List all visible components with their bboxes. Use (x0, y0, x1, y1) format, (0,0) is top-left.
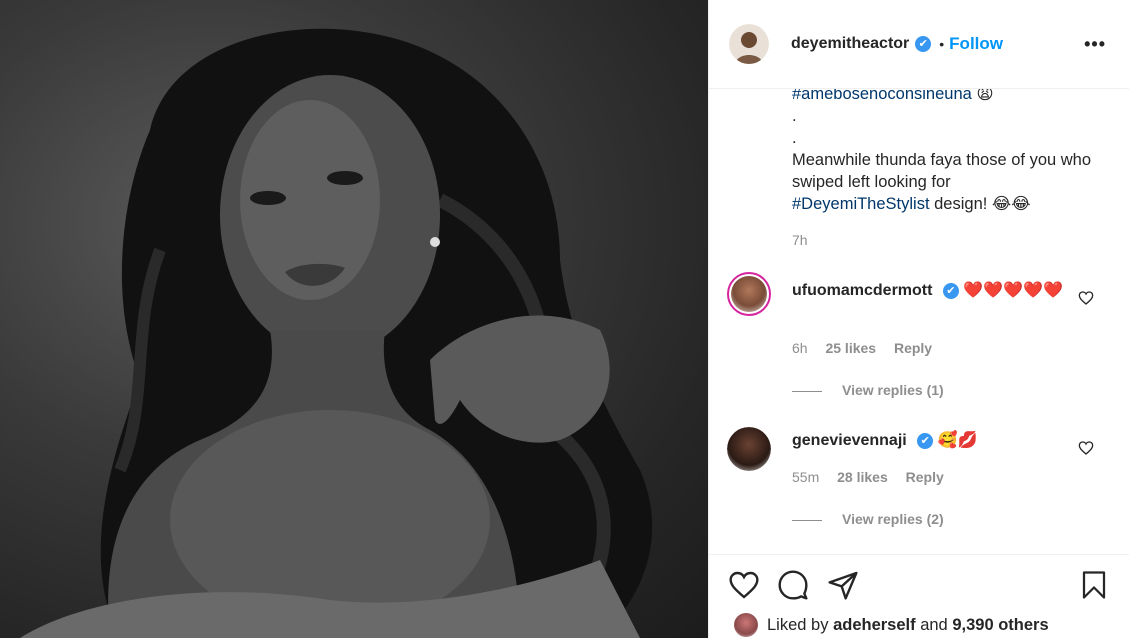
liked-by-user[interactable]: adeherself (833, 616, 916, 635)
caption-emoji: 😩 (976, 89, 994, 103)
portrait-photo (20, 28, 653, 638)
comment-meta: 55m 28 likes Reply (792, 469, 958, 485)
caption-text-end: design! (929, 195, 992, 213)
replies-divider (792, 519, 822, 521)
comment-icon[interactable] (777, 569, 809, 601)
commenter-avatar[interactable] (727, 427, 771, 471)
comment-like-heart-icon[interactable] (1078, 440, 1094, 456)
comment-time[interactable]: 6h (792, 340, 808, 356)
post-image[interactable] (0, 0, 708, 638)
comment-text: ❤️❤️❤️❤️❤️ (963, 282, 1063, 299)
comment-likes[interactable]: 25 likes (825, 340, 876, 356)
verified-badge-icon: ✔ (917, 432, 934, 449)
commenter-username[interactable]: genevievennaji (792, 432, 907, 449)
author-avatar[interactable] (729, 24, 769, 64)
view-replies-button[interactable]: View replies (1) (792, 382, 944, 398)
share-icon[interactable] (827, 569, 859, 601)
post-header: deyemitheactor ✔ • Follow ••• (709, 0, 1129, 89)
liker-avatar[interactable] (734, 613, 758, 637)
comment-text: 🥰💋 (937, 432, 978, 449)
caption-text: Meanwhile thunda faya those of you who s… (792, 151, 1092, 191)
post-actions-bar: Liked by adeherself and 9,390 others (709, 554, 1129, 638)
liked-by-summary: Liked by adeherself and 9,390 others (734, 613, 1049, 637)
liked-by-prefix: Liked by (767, 615, 829, 634)
liked-by-middle: and (920, 615, 948, 634)
caption-timestamp[interactable]: 7h (792, 232, 808, 248)
verified-badge-icon: ✔ (942, 282, 959, 299)
replies-divider (792, 390, 822, 392)
post-caption: #amebosenoconsineuna 😩 . . Meanwhile thu… (792, 89, 1092, 215)
reply-button[interactable]: Reply (906, 469, 944, 485)
verified-badge-icon: ✔ (915, 36, 932, 52)
liked-by-count[interactable]: 9,390 others (952, 616, 1048, 635)
commenter-avatar[interactable] (727, 272, 771, 316)
more-options-icon[interactable]: ••• (1084, 34, 1106, 55)
comment-time[interactable]: 55m (792, 469, 819, 485)
comment-likes[interactable]: 28 likes (837, 469, 888, 485)
view-replies-button[interactable]: View replies (2) (792, 511, 944, 527)
comment-like-heart-icon[interactable] (1078, 290, 1094, 306)
comments-list[interactable]: #amebosenoconsineuna 😩 . . Meanwhile thu… (709, 89, 1129, 554)
follow-button[interactable]: Follow (949, 34, 1003, 54)
comment-meta: 6h 25 likes Reply (792, 340, 946, 356)
separator-dot: • (939, 36, 945, 52)
bookmark-icon[interactable] (1079, 569, 1109, 601)
caption-hashtag-link-2[interactable]: #DeyemiTheStylist (792, 195, 930, 213)
commenter-username[interactable]: ufuomamcdermott (792, 282, 932, 299)
view-replies-label: View replies (1) (842, 382, 944, 398)
heart-icon[interactable] (728, 569, 760, 601)
view-replies-label: View replies (2) (842, 511, 944, 527)
caption-dot: . (792, 129, 797, 147)
reply-button[interactable]: Reply (894, 340, 932, 356)
author-username[interactable]: deyemitheactor (791, 35, 909, 53)
caption-hashtag-link[interactable]: #amebosenoconsineuna (792, 89, 972, 103)
post-details-panel: deyemitheactor ✔ • Follow ••• #ameboseno… (708, 0, 1129, 638)
caption-dot: . (792, 107, 797, 125)
caption-emoji-end: 😂😂 (991, 195, 1031, 213)
